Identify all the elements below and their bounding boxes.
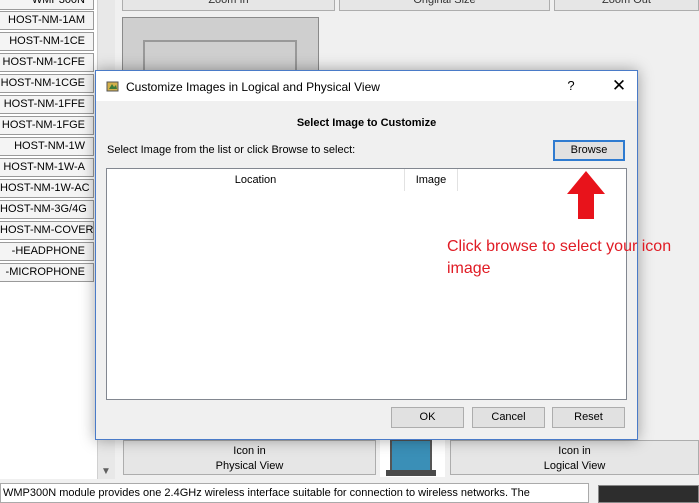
original-size-button[interactable]: Original Size <box>339 0 550 11</box>
instruction-text: Select Image from the list or click Brow… <box>107 144 356 156</box>
list-item[interactable]: WMP300N <box>0 0 94 10</box>
list-item[interactable]: HOST-NM-1W-A <box>0 158 94 177</box>
browse-button[interactable]: Browse <box>553 140 625 161</box>
image-table[interactable]: Location Image <box>106 168 627 400</box>
ok-button[interactable]: OK <box>391 407 464 428</box>
dialog-titlebar[interactable]: Customize Images in Logical and Physical… <box>96 71 637 101</box>
list-item[interactable]: HOST-NM-1W-AC <box>0 179 94 198</box>
arrow-up-icon <box>567 171 605 219</box>
list-item[interactable]: HOST-NM-1CGE <box>0 74 94 93</box>
column-header-image[interactable]: Image <box>405 169 458 191</box>
list-item[interactable]: HOST-NM-1CE <box>0 32 94 51</box>
module-description: WMP300N module provides one 2.4GHz wirel… <box>0 483 589 503</box>
scroll-down-icon[interactable]: ▼ <box>101 466 111 477</box>
list-item[interactable]: HOST-NM-1CFE <box>0 53 94 72</box>
cancel-button[interactable]: Cancel <box>472 407 545 428</box>
module-thumbnail <box>598 485 699 503</box>
module-list: WMP300N HOST-NM-1AM HOST-NM-1CE HOST-NM-… <box>0 0 98 479</box>
app-icon <box>106 81 119 92</box>
annotation-text: Click browse to select your icon image <box>447 238 672 277</box>
list-item[interactable]: -HEADPHONE <box>0 242 94 261</box>
zoom-out-button[interactable]: Zoom Out <box>554 0 699 11</box>
list-item[interactable]: HOST-NM-COVER <box>0 221 94 240</box>
reset-button[interactable]: Reset <box>552 407 625 428</box>
list-item[interactable]: HOST-NM-1FFE <box>0 95 94 114</box>
icon-physical-view-button[interactable]: Icon in Physical View <box>123 440 376 475</box>
table-header: Location Image <box>107 169 458 191</box>
help-button[interactable]: ? <box>556 71 586 101</box>
list-item[interactable]: HOST-NM-1FGE <box>0 116 94 135</box>
list-item[interactable]: -MICROPHONE <box>0 263 94 282</box>
device-icon-preview <box>380 437 445 477</box>
column-header-location[interactable]: Location <box>107 169 405 191</box>
dialog-title: Customize Images in Logical and Physical… <box>126 80 380 94</box>
list-item[interactable]: HOST-NM-1AM <box>0 11 94 30</box>
close-button[interactable]: ✕ <box>601 71 637 101</box>
icon-logical-view-button[interactable]: Icon in Logical View <box>450 440 699 475</box>
list-item[interactable]: HOST-NM-1W <box>0 137 94 156</box>
zoom-in-button[interactable]: Zoom In <box>122 0 335 11</box>
list-item[interactable]: HOST-NM-3G/4G <box>0 200 94 219</box>
dialog-heading: Select Image to Customize <box>296 117 437 129</box>
